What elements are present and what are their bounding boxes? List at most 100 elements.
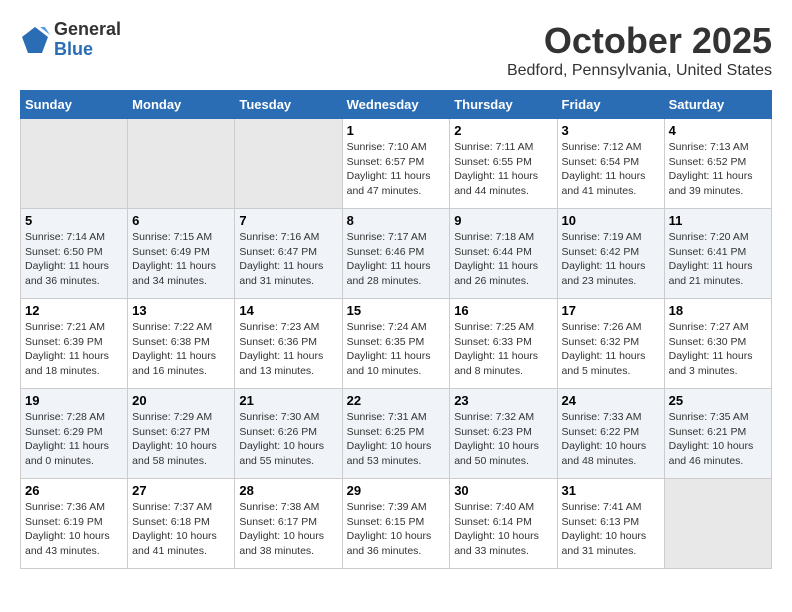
day-cell: 25Sunrise: 7:35 AM Sunset: 6:21 PM Dayli… xyxy=(664,389,771,479)
day-cell: 23 Sunrise: 7:32 AM Sunset: 6:23 PM Dayli… xyxy=(450,389,557,479)
day-cell xyxy=(235,119,342,209)
day-info: Sunrise: 7:31 AM Sunset: 6:25 PM Dayligh… xyxy=(347,410,446,469)
day-cell: 19Sunrise: 7:28 AM Sunset: 6:29 PM Dayli… xyxy=(21,389,128,479)
day-info: Sunrise: 7:36 AM Sunset: 6:19 PM Dayligh… xyxy=(25,500,123,559)
day-cell xyxy=(21,119,128,209)
day-cell: 28 Sunrise: 7:38 AM Sunset: 6:17 PM Dayli… xyxy=(235,479,342,569)
day-info: Sunrise: 7:19 AM Sunset: 6:42 PM Dayligh… xyxy=(562,230,660,289)
day-info: Sunrise: 7:33 AM Sunset: 6:22 PM Dayligh… xyxy=(562,410,660,469)
day-number: 16 xyxy=(454,303,552,318)
day-cell: 15 Sunrise: 7:24 AM Sunset: 6:35 PM Dayli… xyxy=(342,299,450,389)
day-number: 29 xyxy=(347,483,446,498)
day-cell: 2 Sunrise: 7:11 AM Sunset: 6:55 PM Daylig… xyxy=(450,119,557,209)
day-info: Sunrise: 7:12 AM Sunset: 6:54 PM Dayligh… xyxy=(562,140,660,199)
day-number: 21 xyxy=(239,393,337,408)
day-info: Sunrise: 7:29 AM Sunset: 6:27 PM Dayligh… xyxy=(132,410,230,469)
day-cell: 7 Sunrise: 7:16 AM Sunset: 6:47 PM Daylig… xyxy=(235,209,342,299)
day-number: 11 xyxy=(669,213,767,228)
day-cell: 11 Sunrise: 7:20 AM Sunset: 6:41 PM Dayli… xyxy=(664,209,771,299)
day-info: Sunrise: 7:16 AM Sunset: 6:47 PM Dayligh… xyxy=(239,230,337,289)
day-info: Sunrise: 7:20 AM Sunset: 6:41 PM Dayligh… xyxy=(669,230,767,289)
day-number: 4 xyxy=(669,123,767,138)
header-cell-thursday: Thursday xyxy=(450,91,557,119)
day-number: 22 xyxy=(347,393,446,408)
day-cell: 22 Sunrise: 7:31 AM Sunset: 6:25 PM Dayli… xyxy=(342,389,450,479)
day-cell xyxy=(664,479,771,569)
day-number: 19 xyxy=(25,393,123,408)
location: Bedford, Pennsylvania, United States xyxy=(507,62,772,80)
day-info: Sunrise: 7:30 AM Sunset: 6:26 PM Dayligh… xyxy=(239,410,337,469)
week-row-4: 19Sunrise: 7:28 AM Sunset: 6:29 PM Dayli… xyxy=(21,389,772,479)
day-info: Sunrise: 7:40 AM Sunset: 6:14 PM Dayligh… xyxy=(454,500,552,559)
day-cell: 21 Sunrise: 7:30 AM Sunset: 6:26 PM Dayli… xyxy=(235,389,342,479)
day-number: 12 xyxy=(25,303,123,318)
day-cell: 1 Sunrise: 7:10 AM Sunset: 6:57 PM Daylig… xyxy=(342,119,450,209)
week-row-1: 1 Sunrise: 7:10 AM Sunset: 6:57 PM Daylig… xyxy=(21,119,772,209)
day-cell: 12 Sunrise: 7:21 AM Sunset: 6:39 PM Dayli… xyxy=(21,299,128,389)
day-number: 2 xyxy=(454,123,552,138)
day-cell: 14 Sunrise: 7:23 AM Sunset: 6:36 PM Dayli… xyxy=(235,299,342,389)
day-number: 5 xyxy=(25,213,123,228)
logo-text: General Blue xyxy=(54,20,121,60)
day-cell: 9Sunrise: 7:18 AM Sunset: 6:44 PM Daylig… xyxy=(450,209,557,299)
week-row-2: 5Sunrise: 7:14 AM Sunset: 6:50 PM Daylig… xyxy=(21,209,772,299)
header-cell-monday: Monday xyxy=(128,91,235,119)
header-cell-friday: Friday xyxy=(557,91,664,119)
logo-icon xyxy=(20,25,50,55)
day-info: Sunrise: 7:37 AM Sunset: 6:18 PM Dayligh… xyxy=(132,500,230,559)
day-info: Sunrise: 7:13 AM Sunset: 6:52 PM Dayligh… xyxy=(669,140,767,199)
day-info: Sunrise: 7:38 AM Sunset: 6:17 PM Dayligh… xyxy=(239,500,337,559)
title-block: October 2025 Bedford, Pennsylvania, Unit… xyxy=(507,20,772,80)
day-cell: 27 Sunrise: 7:37 AM Sunset: 6:18 PM Dayli… xyxy=(128,479,235,569)
day-number: 28 xyxy=(239,483,337,498)
day-cell: 20Sunrise: 7:29 AM Sunset: 6:27 PM Dayli… xyxy=(128,389,235,479)
day-cell: 3Sunrise: 7:12 AM Sunset: 6:54 PM Daylig… xyxy=(557,119,664,209)
day-number: 13 xyxy=(132,303,230,318)
day-info: Sunrise: 7:22 AM Sunset: 6:38 PM Dayligh… xyxy=(132,320,230,379)
week-row-3: 12 Sunrise: 7:21 AM Sunset: 6:39 PM Dayli… xyxy=(21,299,772,389)
day-number: 1 xyxy=(347,123,446,138)
day-number: 23 xyxy=(454,393,552,408)
day-number: 24 xyxy=(562,393,660,408)
day-cell: 26 Sunrise: 7:36 AM Sunset: 6:19 PM Dayli… xyxy=(21,479,128,569)
header-row: SundayMondayTuesdayWednesdayThursdayFrid… xyxy=(21,91,772,119)
day-cell: 31Sunrise: 7:41 AM Sunset: 6:13 PM Dayli… xyxy=(557,479,664,569)
day-info: Sunrise: 7:17 AM Sunset: 6:46 PM Dayligh… xyxy=(347,230,446,289)
day-cell: 10 Sunrise: 7:19 AM Sunset: 6:42 PM Dayli… xyxy=(557,209,664,299)
day-info: Sunrise: 7:27 AM Sunset: 6:30 PM Dayligh… xyxy=(669,320,767,379)
day-info: Sunrise: 7:41 AM Sunset: 6:13 PM Dayligh… xyxy=(562,500,660,559)
day-number: 10 xyxy=(562,213,660,228)
week-row-5: 26 Sunrise: 7:36 AM Sunset: 6:19 PM Dayli… xyxy=(21,479,772,569)
day-cell: 17 Sunrise: 7:26 AM Sunset: 6:32 PM Dayli… xyxy=(557,299,664,389)
day-cell: 24 Sunrise: 7:33 AM Sunset: 6:22 PM Dayli… xyxy=(557,389,664,479)
header-cell-tuesday: Tuesday xyxy=(235,91,342,119)
day-number: 8 xyxy=(347,213,446,228)
day-cell: 6Sunrise: 7:15 AM Sunset: 6:49 PM Daylig… xyxy=(128,209,235,299)
day-number: 25 xyxy=(669,393,767,408)
day-info: Sunrise: 7:15 AM Sunset: 6:49 PM Dayligh… xyxy=(132,230,230,289)
day-number: 27 xyxy=(132,483,230,498)
day-cell: 18 Sunrise: 7:27 AM Sunset: 6:30 PM Dayli… xyxy=(664,299,771,389)
day-info: Sunrise: 7:10 AM Sunset: 6:57 PM Dayligh… xyxy=(347,140,446,199)
logo: General Blue xyxy=(20,20,121,60)
day-number: 18 xyxy=(669,303,767,318)
day-number: 9 xyxy=(454,213,552,228)
day-cell: 5Sunrise: 7:14 AM Sunset: 6:50 PM Daylig… xyxy=(21,209,128,299)
day-info: Sunrise: 7:32 AM Sunset: 6:23 PM Dayligh… xyxy=(454,410,552,469)
header-cell-wednesday: Wednesday xyxy=(342,91,450,119)
day-cell: 16Sunrise: 7:25 AM Sunset: 6:33 PM Dayli… xyxy=(450,299,557,389)
day-info: Sunrise: 7:24 AM Sunset: 6:35 PM Dayligh… xyxy=(347,320,446,379)
day-number: 15 xyxy=(347,303,446,318)
day-number: 30 xyxy=(454,483,552,498)
day-info: Sunrise: 7:21 AM Sunset: 6:39 PM Dayligh… xyxy=(25,320,123,379)
day-number: 17 xyxy=(562,303,660,318)
day-cell: 30 Sunrise: 7:40 AM Sunset: 6:14 PM Dayli… xyxy=(450,479,557,569)
day-number: 14 xyxy=(239,303,337,318)
day-info: Sunrise: 7:11 AM Sunset: 6:55 PM Dayligh… xyxy=(454,140,552,199)
header-cell-sunday: Sunday xyxy=(21,91,128,119)
day-number: 7 xyxy=(239,213,337,228)
day-number: 26 xyxy=(25,483,123,498)
day-info: Sunrise: 7:26 AM Sunset: 6:32 PM Dayligh… xyxy=(562,320,660,379)
month-title: October 2025 xyxy=(507,20,772,62)
day-info: Sunrise: 7:23 AM Sunset: 6:36 PM Dayligh… xyxy=(239,320,337,379)
